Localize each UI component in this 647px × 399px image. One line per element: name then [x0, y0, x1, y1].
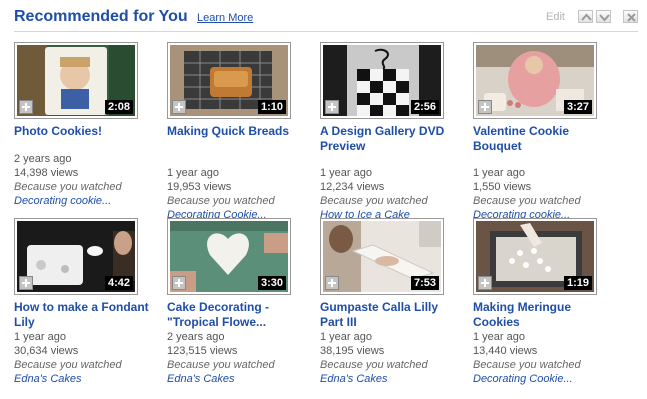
- video-views: 38,195 views: [320, 345, 385, 357]
- because-source-link[interactable]: Edna's Cakes: [320, 372, 388, 386]
- video-title[interactable]: Photo Cookies!: [14, 124, 154, 139]
- video-duration: 2:08: [104, 100, 133, 114]
- video-age: 2 years ago: [14, 153, 72, 165]
- video-views: 13,440 views: [473, 345, 538, 357]
- because-label: Because you watched: [167, 359, 275, 371]
- video-duration: 3:30: [257, 276, 286, 290]
- video-title[interactable]: Making Meringue Cookies: [473, 300, 613, 330]
- video-title[interactable]: Making Quick Breads: [167, 124, 307, 139]
- section-title: Recommended for You: [14, 8, 188, 25]
- add-to-queue-icon[interactable]: [478, 276, 492, 290]
- video-views: 12,234 views: [320, 181, 385, 193]
- add-to-queue-icon[interactable]: [478, 100, 492, 114]
- video-age: 1 year ago: [473, 167, 525, 179]
- move-down-button[interactable]: [596, 10, 611, 23]
- video-age: 1 year ago: [320, 167, 372, 179]
- video-thumbnail[interactable]: 2:56: [320, 42, 444, 119]
- chevron-up-icon: [581, 13, 592, 21]
- add-to-queue-icon[interactable]: [172, 276, 186, 290]
- video-thumbnail[interactable]: 1:19: [473, 218, 597, 295]
- video-title[interactable]: A Design Gallery DVD Preview: [320, 124, 460, 154]
- video-age: 1 year ago: [167, 167, 219, 179]
- module-controls: Edit: [546, 10, 638, 23]
- video-thumbnail[interactable]: 7:53: [320, 218, 444, 295]
- add-to-queue-icon[interactable]: [19, 276, 33, 290]
- close-button[interactable]: [623, 10, 638, 23]
- because-source-link[interactable]: Decorating cookie...: [14, 194, 111, 208]
- chevron-down-icon: [599, 14, 610, 22]
- recommended-header: Recommended for You Learn More Edit: [14, 8, 638, 32]
- edit-link[interactable]: Edit: [546, 11, 565, 23]
- video-thumbnail[interactable]: 2:08: [14, 42, 138, 119]
- because-source-link[interactable]: Decorating Cookie...: [473, 372, 573, 386]
- add-to-queue-icon[interactable]: [325, 276, 339, 290]
- video-views: 19,953 views: [167, 181, 232, 193]
- video-title[interactable]: How to make a Fondant Lily: [14, 300, 154, 330]
- video-duration: 2:56: [410, 100, 439, 114]
- video-thumbnail[interactable]: 3:30: [167, 218, 291, 295]
- because-source-link[interactable]: Edna's Cakes: [14, 372, 82, 386]
- video-thumbnail[interactable]: 3:27: [473, 42, 597, 119]
- video-duration: 1:10: [257, 100, 286, 114]
- video-views: 123,515 views: [167, 345, 238, 357]
- video-duration: 1:19: [563, 276, 592, 290]
- video-thumbnail[interactable]: 1:10: [167, 42, 291, 119]
- because-source-link[interactable]: Edna's Cakes: [167, 372, 235, 386]
- add-to-queue-icon[interactable]: [172, 100, 186, 114]
- video-title[interactable]: Gumpaste Calla Lilly Part III: [320, 300, 460, 330]
- video-views: 1,550 views: [473, 181, 532, 193]
- close-icon: [627, 13, 636, 22]
- video-age: 1 year ago: [320, 331, 372, 343]
- video-title[interactable]: Cake Decorating - "Tropical Flowe...: [167, 300, 307, 330]
- because-label: Because you watched: [320, 359, 428, 371]
- because-label: Because you watched: [14, 181, 122, 193]
- because-label: Because you watched: [473, 359, 581, 371]
- video-views: 14,398 views: [14, 167, 79, 179]
- because-label: Because you watched: [14, 359, 122, 371]
- video-duration: 3:27: [563, 100, 592, 114]
- learn-more-link[interactable]: Learn More: [197, 12, 253, 24]
- video-age: 2 years ago: [167, 331, 225, 343]
- video-views: 30,634 views: [14, 345, 79, 357]
- video-title[interactable]: Valentine Cookie Bouquet: [473, 124, 613, 154]
- video-thumbnail[interactable]: 4:42: [14, 218, 138, 295]
- video-duration: 4:42: [104, 276, 133, 290]
- video-duration: 7:53: [410, 276, 439, 290]
- video-age: 1 year ago: [14, 331, 66, 343]
- because-label: Because you watched: [167, 195, 275, 207]
- add-to-queue-icon[interactable]: [19, 100, 33, 114]
- move-up-button[interactable]: [578, 10, 593, 23]
- add-to-queue-icon[interactable]: [325, 100, 339, 114]
- because-label: Because you watched: [473, 195, 581, 207]
- because-label: Because you watched: [320, 195, 428, 207]
- video-age: 1 year ago: [473, 331, 525, 343]
